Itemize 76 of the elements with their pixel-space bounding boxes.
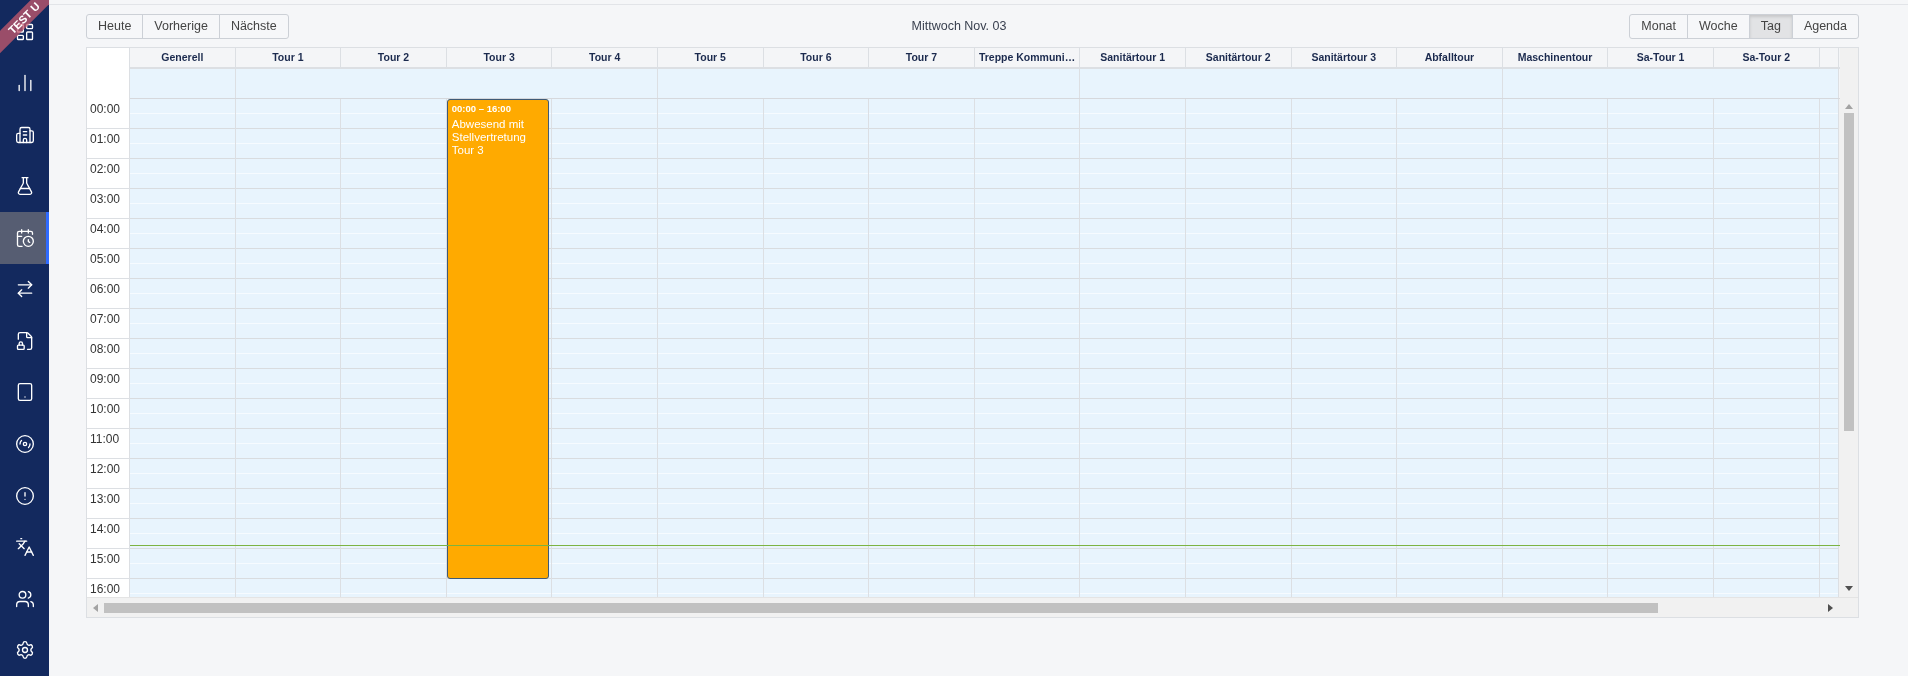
event-time: 00:00 – 16:00 — [451, 103, 512, 114]
alert-icon — [14, 485, 35, 506]
time-slot-column[interactable] — [1713, 99, 1820, 597]
column-header: Generell — [130, 48, 236, 67]
time-label: 07:00 — [87, 309, 129, 339]
disc-icon — [14, 434, 35, 454]
date-title: Mittwoch Nov. 03 — [911, 19, 1007, 33]
time-slot-column[interactable] — [341, 99, 447, 597]
column-header: Tour 2 — [341, 48, 447, 67]
time-slot-column[interactable] — [657, 99, 764, 597]
time-label: 05:00 — [87, 249, 129, 279]
column-header: Sanitärtour 3 — [1291, 48, 1398, 67]
nav-button[interactable]: Heute — [86, 13, 144, 39]
time-label: 01:00 — [87, 129, 129, 159]
column-header: Tour 7 — [869, 48, 975, 67]
time-label: 00:00 — [87, 99, 129, 129]
column-header: Tour 5 — [657, 48, 764, 67]
time-slot-column[interactable] — [974, 99, 1081, 597]
column-header: Sa-Tour 1 — [1608, 48, 1714, 67]
nav-button[interactable]: Nächste — [218, 13, 289, 39]
all-day-cell[interactable] — [130, 69, 236, 98]
column-header: Sanitärtour 2 — [1185, 48, 1292, 67]
column-header: Tour 1 — [235, 48, 342, 67]
calendar-clock-icon — [14, 227, 35, 248]
scroll-thumb[interactable] — [104, 602, 1658, 613]
time-label: 12:00 — [87, 459, 129, 489]
column-header: Treppe Kommuni… — [974, 48, 1081, 67]
time-label: 11:00 — [87, 429, 129, 459]
time-slot-column[interactable] — [1397, 99, 1503, 597]
nav-button[interactable]: Vorherige — [142, 13, 220, 39]
buildings-icon — [14, 124, 35, 145]
time-slot-column[interactable] — [1080, 99, 1186, 597]
time-label: 15:00 — [87, 549, 129, 579]
view-button[interactable]: Woche — [1687, 13, 1750, 39]
translate-icon — [14, 537, 35, 558]
all-day-cell[interactable] — [658, 69, 1081, 98]
time-label: 03:00 — [87, 189, 129, 219]
view-button[interactable]: Agenda — [1791, 13, 1859, 39]
time-slot-column[interactable] — [1185, 99, 1292, 597]
scroll-right-icon[interactable] — [1828, 603, 1833, 612]
document-lock-icon — [14, 330, 35, 351]
event-title: Abwesend mit Stellvertretung Tour 3 — [451, 118, 527, 157]
settings-icon — [14, 640, 35, 661]
sidebar-item[interactable] — [0, 212, 49, 264]
time-label: 06:00 — [87, 279, 129, 309]
time-label: 10:00 — [87, 399, 129, 429]
column-header: Tour 4 — [552, 48, 658, 67]
scroll-left-icon[interactable] — [93, 603, 98, 612]
all-day-cell[interactable] — [1502, 69, 1839, 98]
scroll-down-icon[interactable] — [1845, 586, 1853, 591]
column-header: Tour 6 — [763, 48, 870, 67]
time-slot-column[interactable] — [552, 99, 658, 597]
users-icon — [14, 588, 35, 609]
column-header: Abfalltour — [1397, 48, 1503, 67]
scroll-thumb[interactable] — [1844, 113, 1854, 431]
view-button[interactable]: Tag — [1748, 13, 1793, 39]
column-header: Tour 3 — [446, 48, 553, 67]
view-button[interactable]: Monat — [1629, 13, 1689, 39]
column-header: Maschinentour — [1502, 48, 1609, 67]
time-slot-column[interactable] — [763, 99, 870, 597]
all-day-cell[interactable] — [1080, 69, 1503, 98]
time-label: 02:00 — [87, 159, 129, 189]
all-day-cell[interactable] — [235, 69, 658, 98]
time-label: 04:00 — [87, 219, 129, 249]
time-slot-column[interactable] — [1608, 99, 1714, 597]
time-label: 13:00 — [87, 489, 129, 519]
time-slot-column[interactable] — [1502, 99, 1609, 597]
time-label: 08:00 — [87, 339, 129, 369]
time-slot-column[interactable] — [869, 99, 975, 597]
time-label: 14:00 — [87, 519, 129, 549]
time-slot-column[interactable] — [130, 99, 236, 597]
column-header: Sanitärtour 1 — [1080, 48, 1186, 67]
time-slot-column[interactable] — [235, 99, 342, 597]
time-slot-column[interactable] — [1291, 99, 1398, 597]
column-header: Sa-Tour 2 — [1713, 48, 1820, 67]
time-label: 09:00 — [87, 369, 129, 399]
